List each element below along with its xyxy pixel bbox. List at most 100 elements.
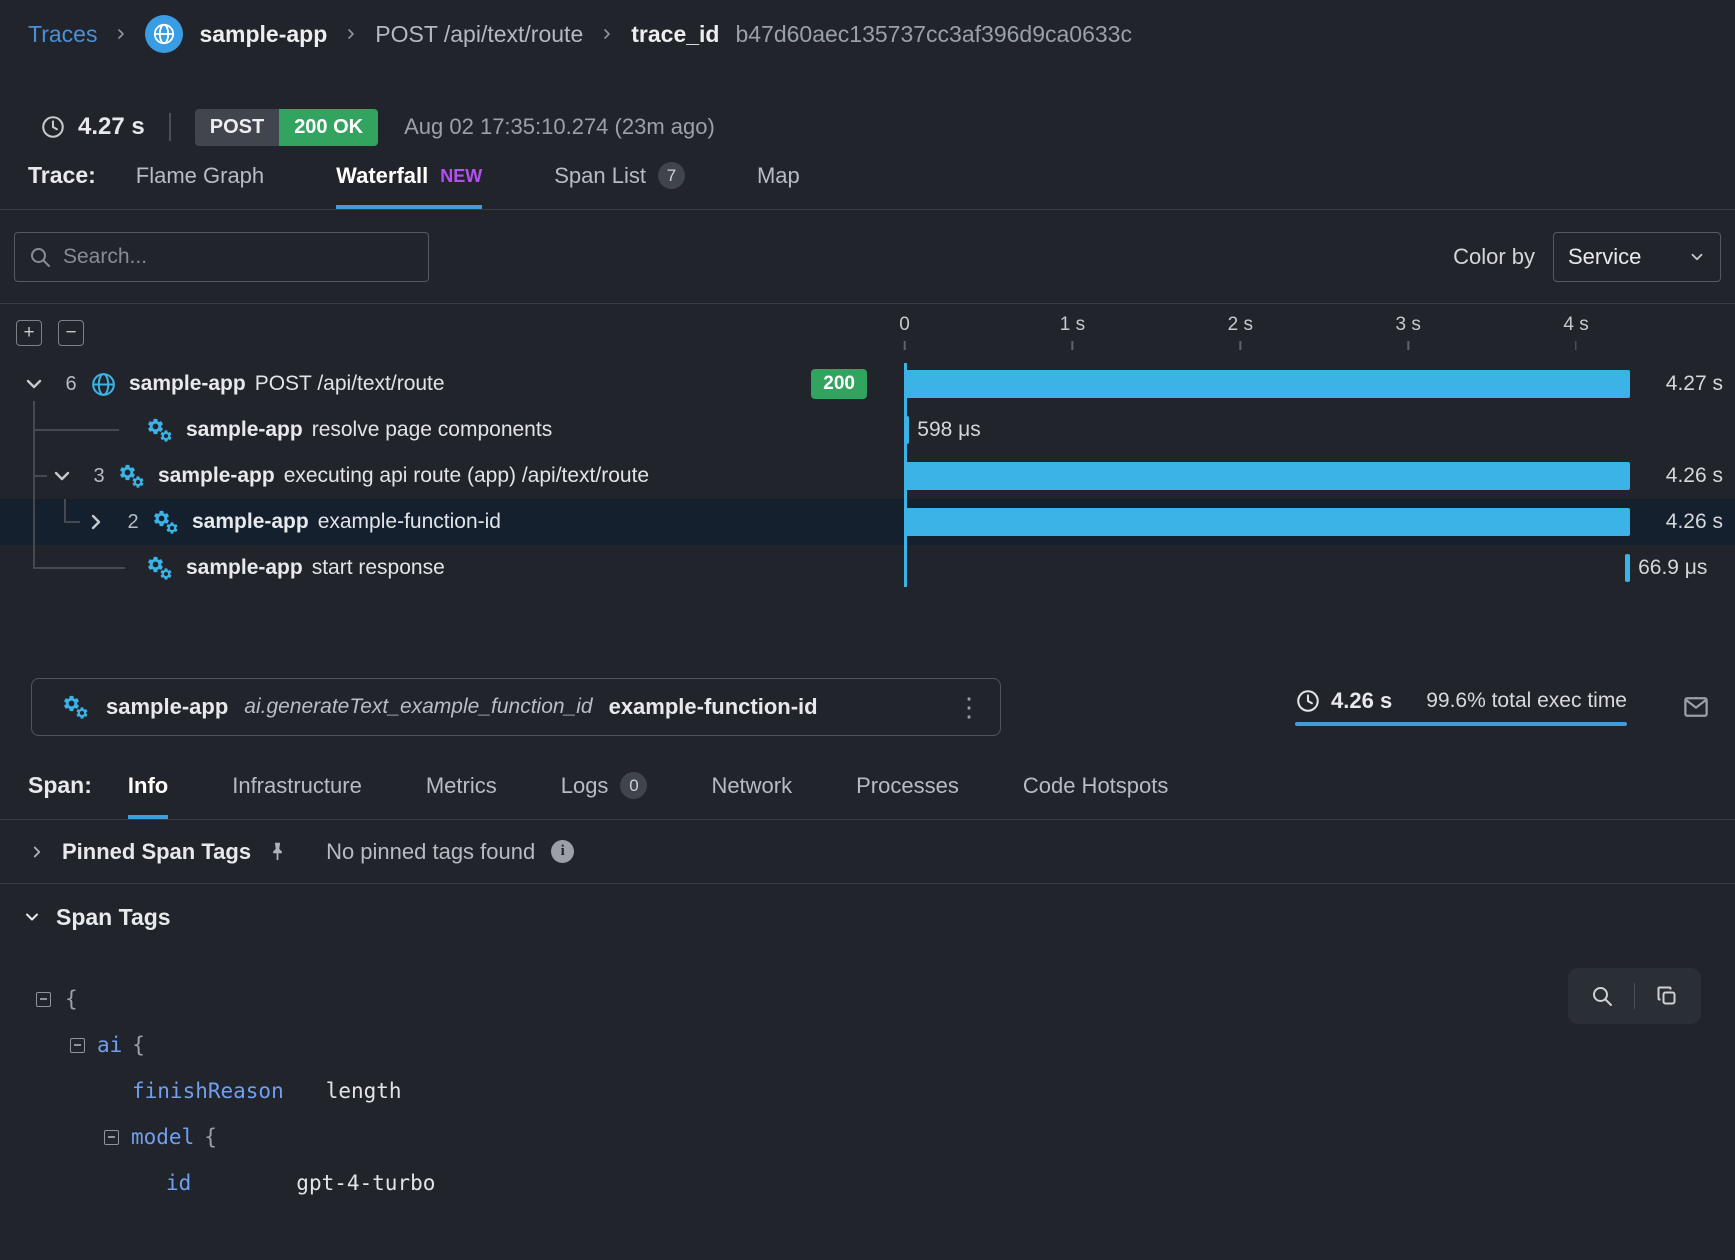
- globe-icon: [90, 371, 117, 398]
- json-line: model {: [36, 1114, 1735, 1160]
- detail-span-name: example-function-id: [609, 694, 818, 720]
- chevron-right-icon: [599, 26, 615, 42]
- search-input[interactable]: [14, 232, 429, 282]
- span-bar[interactable]: [905, 416, 909, 444]
- span-duration: 598 μs: [917, 418, 980, 442]
- tab-map[interactable]: Map: [757, 163, 800, 209]
- trace-summary: 4.27 s POST 200 OK Aug 02 17:35:10.274 (…: [0, 92, 1735, 162]
- json-brace: {: [132, 1033, 145, 1057]
- span-bar[interactable]: [905, 370, 1631, 398]
- tab-metrics[interactable]: Metrics: [426, 773, 497, 819]
- chevron-down-icon: [1688, 248, 1706, 266]
- tab-network[interactable]: Network: [711, 773, 792, 819]
- clock-icon: [1295, 688, 1321, 714]
- json-key: finishReason: [132, 1079, 284, 1103]
- copy-icon[interactable]: [1655, 984, 1679, 1008]
- breadcrumb-service[interactable]: sample-app: [199, 21, 327, 48]
- tab-flame-graph[interactable]: Flame Graph: [136, 163, 264, 209]
- collapse-panel-icon[interactable]: [1681, 692, 1711, 722]
- span-count: 6: [64, 373, 78, 396]
- tab-info[interactable]: Info: [128, 773, 168, 819]
- detail-operation: ai.generateText_example_function_id: [244, 695, 592, 719]
- span-duration: 4.26 s: [1666, 464, 1723, 488]
- pinned-span-tags-title: Pinned Span Tags: [62, 839, 251, 865]
- span-tags-json-viewer: { ai { finishReason length model { id gp…: [0, 950, 1735, 1206]
- detail-service: sample-app: [106, 694, 228, 720]
- waterfall-row[interactable]: 3 sample-app executing api route (app) /…: [0, 453, 1735, 499]
- gear-icon: [146, 554, 174, 582]
- chevron-right-icon[interactable]: [84, 510, 108, 534]
- trace-tabs-label: Trace:: [28, 162, 96, 209]
- span-count: 3: [92, 465, 106, 488]
- span-duration: 4.27 s: [1666, 372, 1723, 396]
- collapse-all-button[interactable]: −: [58, 320, 84, 346]
- method-badge: POST: [195, 109, 279, 146]
- chevron-down-icon[interactable]: [22, 372, 46, 396]
- gear-icon: [146, 416, 174, 444]
- json-value: length: [326, 1079, 402, 1103]
- waterfall-row[interactable]: 6 sample-app POST /api/text/route 200 4.…: [0, 361, 1735, 407]
- gear-icon: [118, 462, 146, 490]
- waterfall-row[interactable]: sample-app resolve page components 598 μ…: [0, 407, 1735, 453]
- span-tags-header[interactable]: Span Tags: [0, 884, 1735, 950]
- span-bar[interactable]: [1625, 554, 1629, 582]
- json-line: {: [36, 976, 1735, 1022]
- service-globe-icon: [145, 15, 183, 53]
- status-badge: 200: [811, 369, 867, 399]
- tab-code-hotspots[interactable]: Code Hotspots: [1023, 773, 1169, 819]
- pinned-span-tags-row[interactable]: Pinned Span Tags No pinned tags found i: [0, 820, 1735, 884]
- axis-tick-label: 1 s: [1060, 314, 1085, 336]
- breadcrumb-resource[interactable]: POST /api/text/route: [375, 21, 583, 48]
- search-icon: [28, 245, 52, 269]
- tab-waterfall[interactable]: Waterfall NEW: [336, 163, 482, 209]
- info-icon[interactable]: i: [551, 840, 574, 863]
- collapse-node-icon[interactable]: [104, 1130, 119, 1145]
- breadcrumb-trace-id-value: b47d60aec135737cc3af396d9ca0633c: [735, 21, 1131, 48]
- breadcrumb-traces-link[interactable]: Traces: [28, 21, 97, 48]
- color-by-label: Color by: [1453, 244, 1535, 270]
- exec-time-bar: [1295, 722, 1627, 726]
- span-bar[interactable]: [905, 508, 1630, 536]
- chevron-right-icon: [343, 26, 359, 42]
- trace-duration: 4.27 s: [78, 113, 145, 141]
- waterfall-header: + − 0 1 s 2 s 3 s 4 s: [0, 304, 1735, 361]
- chevron-down-icon[interactable]: [50, 464, 74, 488]
- collapse-node-icon[interactable]: [70, 1038, 85, 1053]
- waterfall-row-selected[interactable]: 2 sample-app example-function-id 4.26 s: [0, 499, 1735, 545]
- span-service: sample-app: [192, 510, 309, 534]
- span-list-count-badge: 7: [658, 162, 685, 189]
- axis-tick-label: 3 s: [1395, 314, 1420, 336]
- tab-processes[interactable]: Processes: [856, 773, 959, 819]
- expand-all-button[interactable]: +: [16, 320, 42, 346]
- tab-infrastructure[interactable]: Infrastructure: [232, 773, 362, 819]
- span-operation: example-function-id: [318, 510, 501, 534]
- tab-span-list[interactable]: Span List 7: [554, 162, 685, 209]
- span-bar[interactable]: [905, 462, 1630, 490]
- span-duration: 66.9 μs: [1638, 556, 1707, 580]
- search-icon[interactable]: [1590, 984, 1614, 1008]
- chevron-down-icon[interactable]: [22, 907, 42, 927]
- pinned-empty-message: No pinned tags found: [326, 839, 535, 865]
- detail-duration: 4.26 s: [1331, 688, 1392, 714]
- pin-icon[interactable]: [267, 841, 288, 862]
- span-duration: 4.26 s: [1666, 510, 1723, 534]
- span-operation: POST /api/text/route: [255, 372, 445, 396]
- json-value: gpt-4-turbo: [296, 1171, 435, 1195]
- json-key: ai: [97, 1033, 122, 1057]
- color-by-select[interactable]: Service: [1553, 232, 1721, 282]
- axis-tick-label: 0: [899, 314, 910, 336]
- chevron-right-icon[interactable]: [28, 843, 46, 861]
- divider: [169, 113, 171, 141]
- span-tags-title: Span Tags: [56, 904, 171, 931]
- waterfall-row[interactable]: sample-app start response 66.9 μs: [0, 545, 1735, 591]
- span-tabs-label: Span:: [28, 772, 92, 819]
- json-line: finishReason length: [36, 1068, 1735, 1114]
- tab-logs[interactable]: Logs 0: [561, 772, 648, 819]
- kebab-menu-icon[interactable]: ⋮: [956, 694, 982, 720]
- gear-icon: [152, 508, 180, 536]
- collapse-node-icon[interactable]: [36, 992, 51, 1007]
- span-operation: resolve page components: [312, 418, 553, 442]
- json-toolbar: [1568, 968, 1702, 1024]
- span-service: sample-app: [158, 464, 275, 488]
- json-line: id gpt-4-turbo: [36, 1160, 1735, 1206]
